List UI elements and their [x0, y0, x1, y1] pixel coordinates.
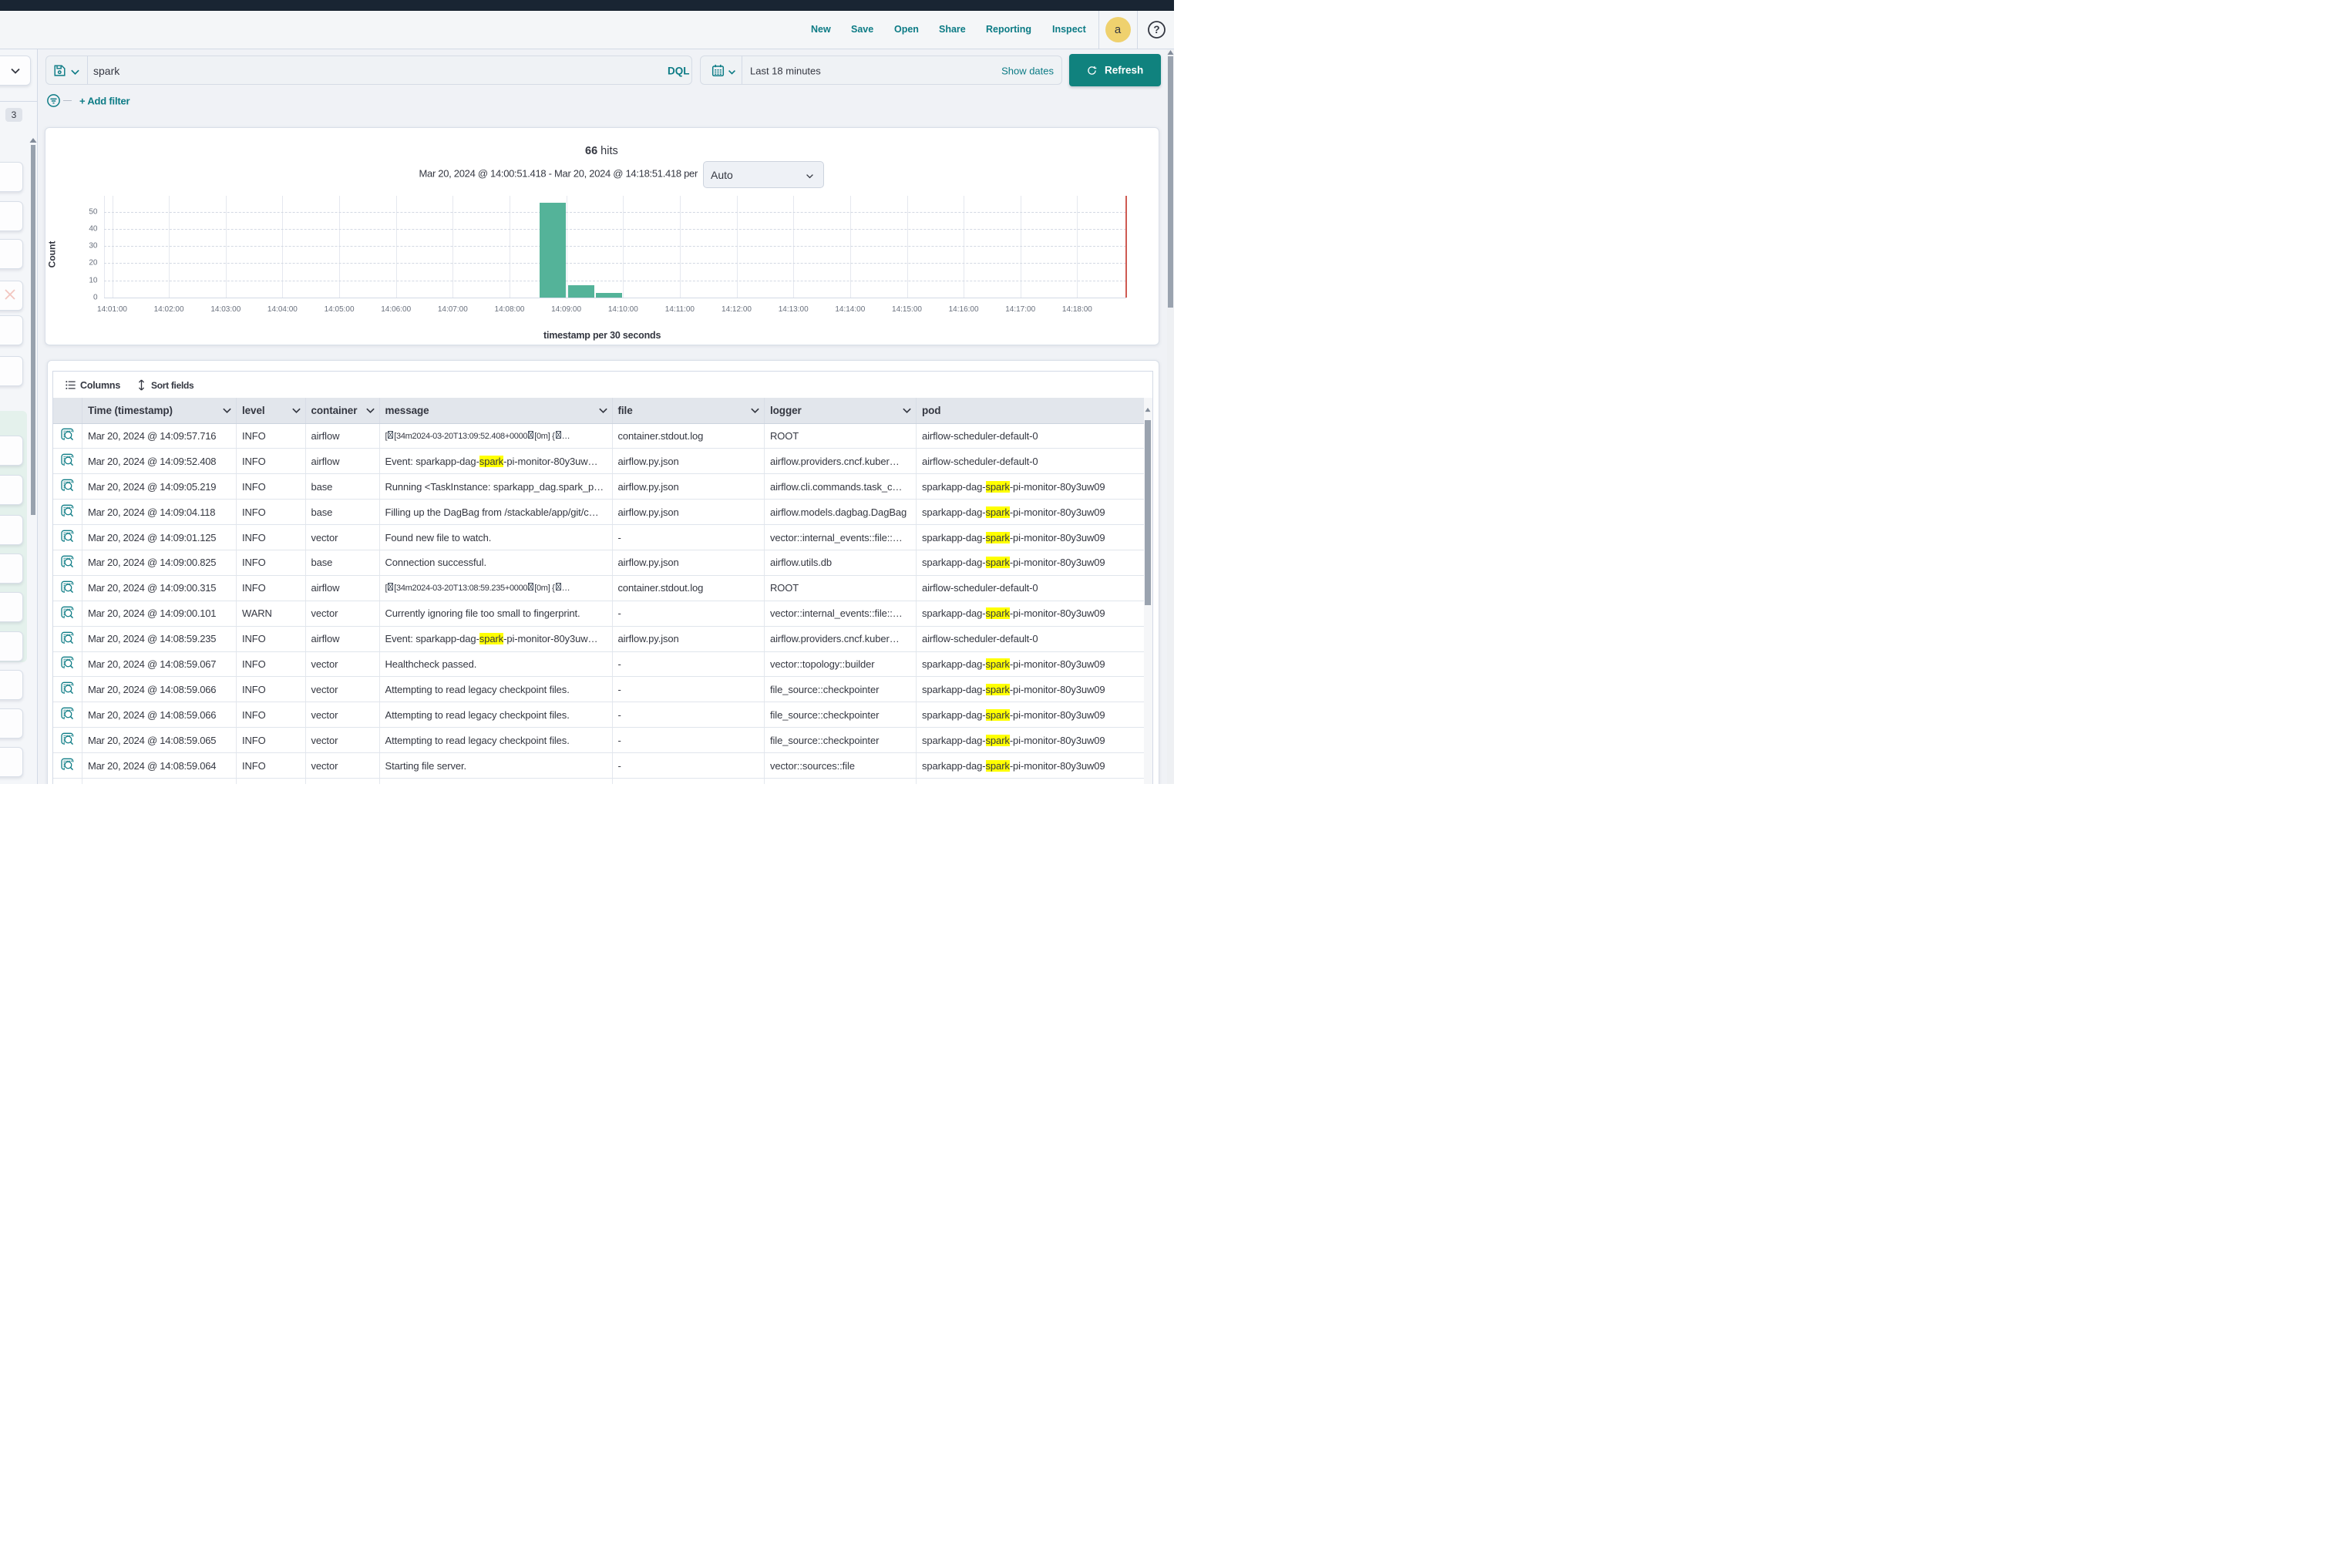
svg-text:?: ?	[1153, 24, 1159, 35]
